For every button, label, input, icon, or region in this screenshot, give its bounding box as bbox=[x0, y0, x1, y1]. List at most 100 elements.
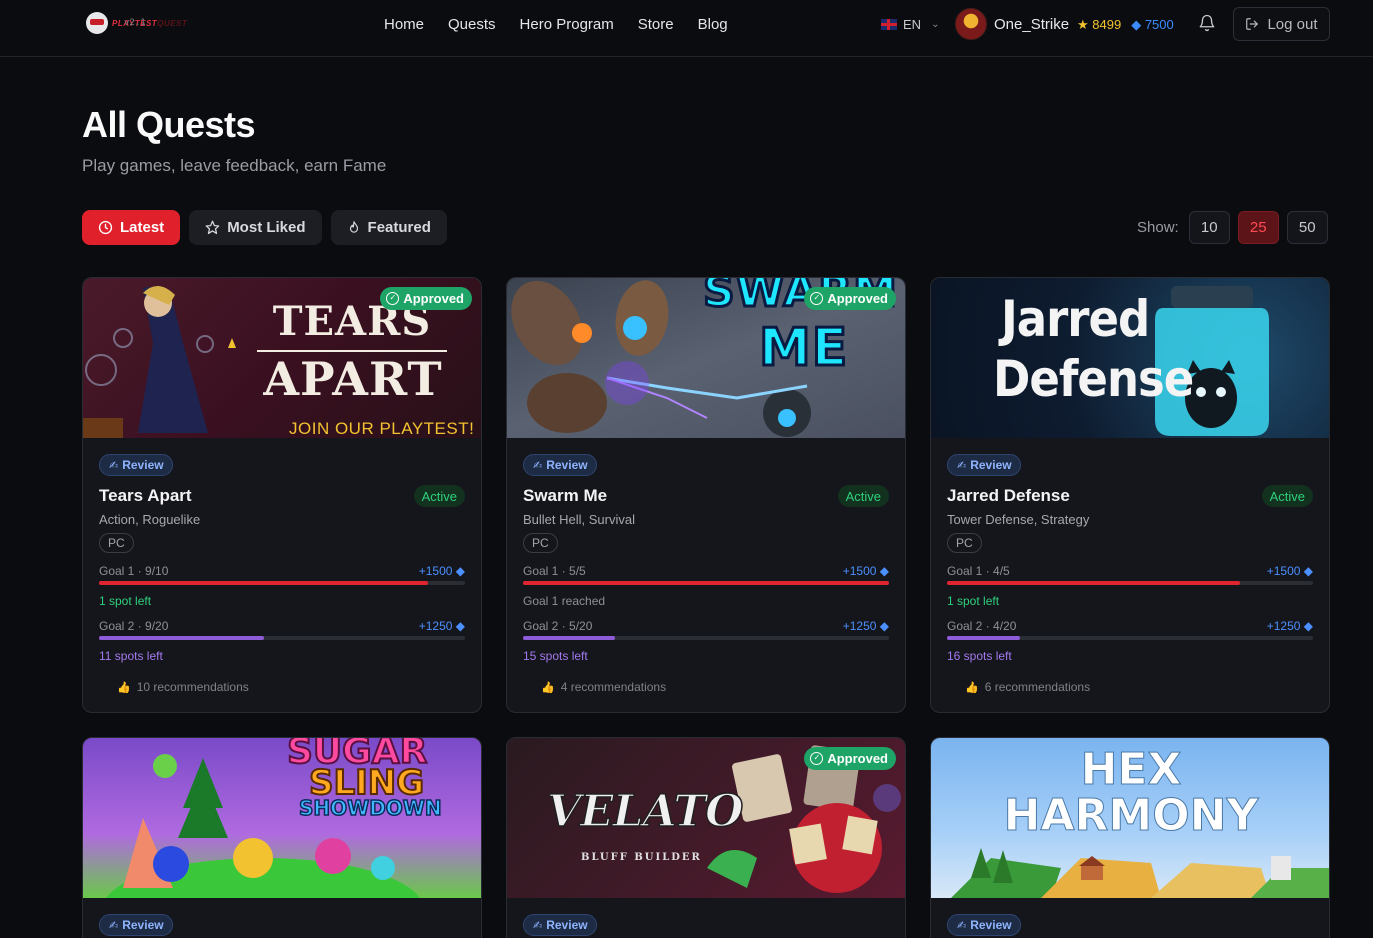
tag-label: Review bbox=[122, 458, 164, 472]
goal-reward: +1250 bbox=[418, 619, 453, 633]
approved-label: Approved bbox=[827, 291, 888, 306]
goal-spots-note: 1 spot left bbox=[947, 594, 1000, 608]
star-count: 8499 bbox=[1092, 17, 1122, 32]
goal-progress-bar bbox=[99, 636, 465, 640]
clock-icon bbox=[98, 220, 113, 235]
recommendations: 👍 4 recommendations bbox=[523, 680, 889, 694]
nav-link-hero-program[interactable]: Hero Program bbox=[520, 16, 614, 33]
logout-icon bbox=[1246, 18, 1259, 30]
quest-title[interactable]: Swarm Me bbox=[523, 486, 607, 506]
goal-2: Goal 2 · 5/20 +1250 ◆ 15 spots left bbox=[523, 619, 889, 663]
page-size-50[interactable]: 50 bbox=[1286, 211, 1328, 244]
approved-badge: ✓ Approved bbox=[804, 287, 896, 310]
recommendations-count: 4 recommendations bbox=[560, 680, 667, 694]
bell-icon[interactable] bbox=[1198, 14, 1216, 32]
banner-title-line2: APART bbox=[263, 352, 443, 406]
diamond-icon: ◆ bbox=[879, 619, 889, 633]
quest-card[interactable]: SUGAR SLING SHOWDOWN ✍ Review bbox=[82, 737, 482, 938]
goal-reward: +1500 bbox=[418, 564, 453, 578]
tag-label: Review bbox=[970, 918, 1012, 932]
nav-link-quests[interactable]: Quests bbox=[448, 16, 496, 33]
goal-reward: +1250 bbox=[1266, 619, 1301, 633]
review-tag: ✍ Review bbox=[99, 914, 173, 936]
approved-label: Approved bbox=[403, 291, 464, 306]
platform-badge: PC bbox=[99, 533, 134, 553]
approved-badge: ✓ Approved bbox=[804, 747, 896, 770]
page-size-25[interactable]: 25 bbox=[1237, 211, 1279, 244]
approved-label: Approved bbox=[827, 751, 888, 766]
recommendations-count: 6 recommendations bbox=[984, 680, 1091, 694]
recommendations: 👍 6 recommendations bbox=[947, 680, 1313, 694]
avatar[interactable] bbox=[955, 8, 987, 40]
banner-title-line2: SLING bbox=[308, 763, 425, 803]
goal-label: Goal 1 · 4/5 bbox=[947, 564, 1010, 578]
version-label: v2.1 bbox=[124, 18, 146, 28]
review-tag: ✍ Review bbox=[523, 914, 597, 936]
goal-2: Goal 2 · 4/20 +1250 ◆ 16 spots left bbox=[947, 619, 1313, 663]
goal-label: Goal 2 · 9/20 bbox=[99, 619, 169, 633]
tag-label: Review bbox=[546, 918, 588, 932]
status-badge: Active bbox=[413, 485, 465, 507]
diamond-icon: ◆ bbox=[455, 619, 465, 633]
goal-1: Goal 1 · 4/5 +1500 ◆ 1 spot left bbox=[947, 564, 1313, 608]
goal-label: Goal 1 · 5/5 bbox=[523, 564, 586, 578]
recommendations: 👍 10 recommendations bbox=[99, 680, 465, 694]
writing-hand-icon: ✍ bbox=[109, 459, 119, 472]
nav-link-blog[interactable]: Blog bbox=[698, 16, 728, 33]
page-size-selector: Show: 10 25 50 bbox=[1137, 211, 1328, 244]
nav-link-home[interactable]: Home bbox=[384, 16, 424, 33]
show-label: Show: bbox=[1137, 219, 1179, 236]
writing-hand-icon: ✍ bbox=[109, 919, 119, 932]
quest-card[interactable]: SWARM ME ✓ Approved ✍ Review Swarm Me Acti… bbox=[506, 277, 906, 713]
goal-label: Goal 2 · 4/20 bbox=[947, 619, 1017, 633]
quest-card[interactable]: Jarred Defense ✍ Review Jarred Defense Ac… bbox=[930, 277, 1330, 713]
tag-label: Review bbox=[122, 918, 164, 932]
quest-banner: TEARS APART JOIN OUR PLAYTEST! ✓ Approved bbox=[83, 278, 481, 438]
filter-featured-button[interactable]: Featured bbox=[330, 210, 447, 245]
goal-progress-fill bbox=[99, 636, 264, 640]
logout-label: Log out bbox=[1267, 15, 1318, 33]
logout-button[interactable]: Log out bbox=[1233, 7, 1330, 41]
main-menu: Home Quests Hero Program Store Blog bbox=[384, 16, 728, 33]
filter-most-liked-label: Most Liked bbox=[227, 219, 306, 236]
quest-title[interactable]: Tears Apart bbox=[99, 486, 192, 506]
status-badge: Active bbox=[837, 485, 889, 507]
goal-spots-note: 15 spots left bbox=[523, 649, 588, 663]
goal-progress-fill bbox=[99, 581, 429, 585]
goal-progress-bar bbox=[523, 636, 889, 640]
sort-filters: Latest Most Liked Featured bbox=[82, 210, 447, 245]
platform-badge: PC bbox=[947, 533, 982, 553]
chevron-down-icon: ⌄ bbox=[931, 19, 940, 30]
goal-label: Goal 2 · 5/20 bbox=[523, 619, 593, 633]
goal-progress-bar bbox=[947, 581, 1313, 585]
quest-card[interactable]: TEARS APART JOIN OUR PLAYTEST! ✓ Approved… bbox=[82, 277, 482, 713]
uk-flag-icon bbox=[881, 19, 897, 30]
page-size-10[interactable]: 10 bbox=[1188, 211, 1230, 244]
page-title: All Quests bbox=[82, 104, 256, 145]
goal-spots-note: 11 spots left bbox=[99, 649, 163, 663]
quest-card[interactable]: VELATO BLUFF BUILDER ✓ Approved ✍ Review bbox=[506, 737, 906, 938]
username[interactable]: One_Strike bbox=[994, 16, 1069, 33]
nav-link-store[interactable]: Store bbox=[638, 16, 674, 33]
quest-banner: SWARM ME ✓ Approved bbox=[507, 278, 905, 438]
banner-title-line2: HARMONY bbox=[1003, 790, 1259, 841]
quest-banner: SUGAR SLING SHOWDOWN bbox=[83, 738, 481, 898]
quest-title[interactable]: Jarred Defense bbox=[947, 486, 1070, 506]
goal-progress-fill bbox=[947, 636, 1021, 640]
language-selector[interactable]: EN ⌄ bbox=[881, 17, 939, 32]
filter-most-liked-button[interactable]: Most Liked bbox=[189, 210, 322, 245]
filter-latest-button[interactable]: Latest bbox=[82, 210, 181, 245]
review-tag: ✍ Review bbox=[99, 454, 173, 476]
status-badge: Active bbox=[1261, 485, 1313, 507]
quest-genres: Tower Defense, Strategy bbox=[947, 512, 1090, 527]
page-subtitle: Play games, leave feedback, earn Fame bbox=[82, 156, 387, 175]
quest-card[interactable]: HEX HARMONY ✍ Review bbox=[930, 737, 1330, 938]
logo-text-secondary: QUEST bbox=[157, 18, 188, 28]
banner-title-line2: ME bbox=[757, 318, 849, 378]
review-tag: ✍ Review bbox=[523, 454, 597, 476]
review-tag: ✍ Review bbox=[947, 914, 1021, 936]
goal-2: Goal 2 · 9/20 +1250 ◆ 11 spots left bbox=[99, 619, 465, 663]
goal-progress-bar bbox=[947, 636, 1313, 640]
tag-label: Review bbox=[546, 458, 588, 472]
logo-icon bbox=[86, 12, 108, 34]
